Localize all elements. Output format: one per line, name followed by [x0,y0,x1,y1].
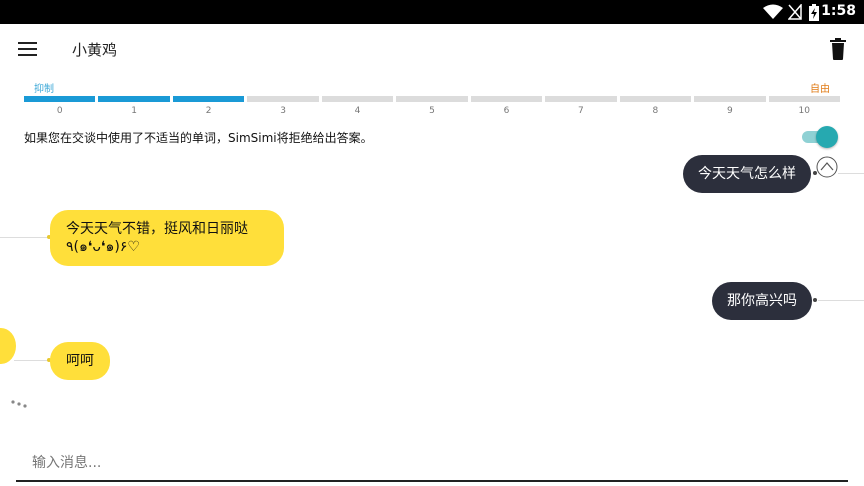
scroll-up-button[interactable] [816,156,838,178]
bot-message[interactable]: 呵呵 [50,342,110,380]
message-dot [813,298,817,302]
filter-tick-label: 8 [652,106,659,116]
filter-segment[interactable] [172,96,245,102]
filter-tick-label: 1 [131,106,138,116]
user-message[interactable]: 今天天气怎么样 [683,155,811,193]
status-time: 1:58 [821,3,856,19]
filter-tick-label: 6 [503,106,510,116]
trash-icon [830,38,846,60]
filter-segment[interactable] [247,96,319,102]
filter-segment[interactable] [545,96,617,102]
filter-tick-label: 10 [798,106,810,116]
user-message[interactable]: 那你高兴吗 [712,282,812,320]
filter-track[interactable] [24,96,840,102]
filter-tick-label: 2 [205,106,212,116]
message-connector [0,237,48,238]
filter-segment[interactable] [768,96,840,102]
typing-indicator-icon [11,400,27,408]
filter-max-label: 自由 [810,84,830,95]
filter-tick-label: 3 [280,106,286,116]
no-signal-icon [788,4,802,20]
message-connector [14,360,48,361]
bot-message[interactable]: 今天天气不错，挺风和日丽哒 ٩(๑❛ᴗ❛๑)۶♡ [50,210,284,266]
bot-avatar [0,328,16,364]
battery-charging-icon [809,4,819,21]
clear-chat-button[interactable] [826,36,850,62]
filter-notice: 如果您在交谈中使用了不适当的单词，SimSimi将拒绝给出答案。 [24,131,373,145]
filter-level-slider[interactable]: 抑制 自由 0 1 2 3 4 5 6 7 8 9 10 [24,78,840,118]
filter-segment[interactable] [321,96,394,102]
message-connector [818,300,864,301]
message-connector [838,173,864,174]
message-dot [813,171,817,175]
filter-ticks: 0 1 2 3 4 5 6 7 8 9 10 [24,106,840,118]
menu-button[interactable] [14,36,42,62]
message-input[interactable] [16,446,854,480]
menu-icon [18,42,37,56]
status-bar: 1:58 [0,0,864,24]
wifi-icon [763,4,783,19]
filter-tick-label: 9 [726,106,733,116]
filter-tick-label: 0 [56,106,63,116]
filter-tick-label: 5 [429,106,435,116]
app-bar: 小黄鸡 [0,24,864,74]
chevron-up-icon [816,156,838,178]
page-title: 小黄鸡 [72,41,118,59]
bot-message-line: ٩(๑❛ᴗ❛๑)۶♡ [66,239,140,255]
filter-segment[interactable] [619,96,692,102]
filter-tick-label: 7 [578,106,584,116]
toggle-knob [816,126,838,148]
bot-message-line: 今天天气不错，挺风和日丽哒 [66,221,248,237]
filter-segment[interactable] [694,96,766,102]
filter-toggle[interactable] [800,126,838,148]
filter-segment[interactable] [98,96,170,102]
message-input-area [16,446,854,482]
filter-segment[interactable] [24,96,96,102]
filter-tick-label: 4 [354,106,361,116]
filter-segment[interactable] [470,96,543,102]
filter-min-label: 抑制 [34,84,54,95]
filter-segment[interactable] [396,96,468,102]
